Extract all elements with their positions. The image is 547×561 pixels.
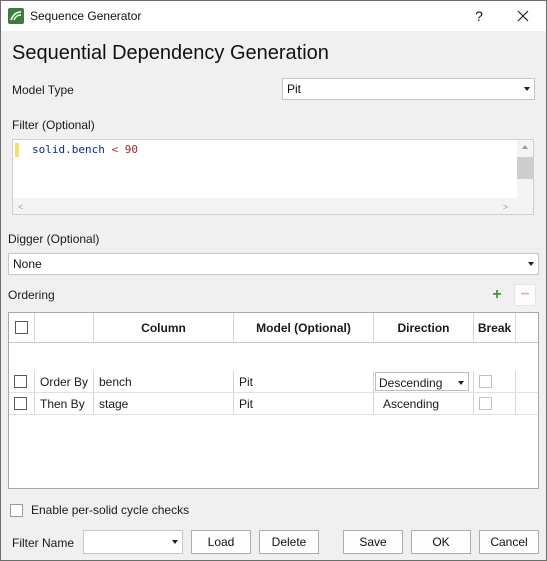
- direction-cell[interactable]: Descending: [374, 371, 474, 392]
- vertical-scrollbar[interactable]: [517, 140, 533, 199]
- digger-select[interactable]: None: [8, 253, 539, 275]
- break-cell: [474, 393, 516, 414]
- close-icon: [517, 10, 529, 22]
- chevron-down-icon: [528, 262, 534, 266]
- add-ordering-button[interactable]: +: [486, 284, 508, 306]
- direction-cell[interactable]: Ascending: [374, 393, 474, 414]
- filter-name-label: Filter Name: [12, 536, 75, 550]
- chevron-down-icon: [172, 540, 178, 544]
- code-dot: .: [65, 143, 72, 156]
- scroll-left-icon[interactable]: <: [18, 202, 23, 212]
- code-identifier: solid: [32, 143, 66, 156]
- dialog-content: Sequential Dependency Generation Model T…: [1, 31, 546, 560]
- col-model[interactable]: Model (Optional): [234, 313, 374, 342]
- code-field: bench: [71, 143, 105, 156]
- ordering-label: Ordering: [8, 288, 55, 302]
- row-checkbox[interactable]: [14, 397, 27, 410]
- col-direction[interactable]: Direction: [374, 313, 474, 342]
- select-all-cell: [9, 313, 35, 342]
- column-cell[interactable]: stage: [94, 393, 234, 414]
- scroll-thumb[interactable]: [517, 157, 533, 179]
- filter-label: Filter (Optional): [12, 118, 95, 132]
- cancel-button[interactable]: Cancel: [479, 530, 539, 554]
- direction-value: Descending: [379, 376, 443, 390]
- model-cell[interactable]: Pit: [234, 371, 374, 392]
- scroll-up-icon[interactable]: [522, 145, 528, 149]
- model-cell[interactable]: Pit: [234, 393, 374, 414]
- scroll-right-icon[interactable]: >: [503, 202, 508, 212]
- break-checkbox[interactable]: [479, 397, 492, 410]
- delete-button[interactable]: Delete: [259, 530, 319, 554]
- table-row[interactable]: Order By bench Pit Descending: [9, 371, 538, 393]
- direction-dropdown[interactable]: Descending: [375, 372, 469, 391]
- help-button[interactable]: ?: [457, 1, 501, 31]
- table-row[interactable]: Then By stage Pit Ascending: [9, 393, 538, 415]
- chevron-down-icon: [524, 87, 530, 91]
- code-number: 90: [124, 143, 138, 156]
- break-checkbox[interactable]: [479, 375, 492, 388]
- ordering-table: Column Model (Optional) Direction Break …: [8, 312, 539, 489]
- break-cell: [474, 371, 516, 392]
- load-button[interactable]: Load: [191, 530, 251, 554]
- model-type-label: Model Type: [12, 83, 74, 97]
- order-cell: Then By: [35, 393, 94, 414]
- app-icon: [8, 8, 24, 24]
- row-checkbox[interactable]: [14, 375, 27, 388]
- sequence-generator-window: Sequence Generator ? Sequential Dependen…: [0, 0, 547, 561]
- order-cell: Order By: [35, 371, 94, 392]
- digger-value: None: [13, 257, 42, 271]
- page-title: Sequential Dependency Generation: [12, 42, 329, 64]
- select-all-checkbox[interactable]: [15, 321, 28, 334]
- table-header: Column Model (Optional) Direction Break: [9, 313, 538, 343]
- save-button[interactable]: Save: [343, 530, 403, 554]
- cycle-check-option[interactable]: Enable per-solid cycle checks: [10, 503, 189, 517]
- digger-label: Digger (Optional): [8, 232, 100, 246]
- cycle-check-label: Enable per-solid cycle checks: [31, 503, 190, 517]
- col-order: [35, 313, 94, 342]
- window-title: Sequence Generator: [30, 9, 142, 23]
- code-operator: <: [111, 143, 119, 156]
- col-break[interactable]: Break: [474, 313, 516, 342]
- remove-ordering-button[interactable]: −: [514, 284, 536, 306]
- close-button[interactable]: [501, 1, 545, 31]
- col-column[interactable]: Column: [94, 313, 234, 342]
- model-type-select[interactable]: Pit: [282, 78, 535, 100]
- row-select-cell: [9, 371, 35, 392]
- model-type-value: Pit: [287, 82, 302, 96]
- filter-editor[interactable]: solid.bench < 90 < >: [12, 139, 534, 215]
- chevron-down-icon: [458, 381, 464, 385]
- row-select-cell: [9, 393, 35, 414]
- cycle-check-checkbox[interactable]: [10, 503, 23, 517]
- title-bar: Sequence Generator ?: [1, 1, 546, 31]
- filter-name-select[interactable]: [83, 530, 183, 554]
- horizontal-scrollbar[interactable]: < >: [13, 198, 533, 214]
- line-marker: [15, 143, 19, 157]
- filter-code: solid.bench < 90: [32, 143, 138, 156]
- column-cell[interactable]: bench: [94, 371, 234, 392]
- ok-button[interactable]: OK: [411, 530, 471, 554]
